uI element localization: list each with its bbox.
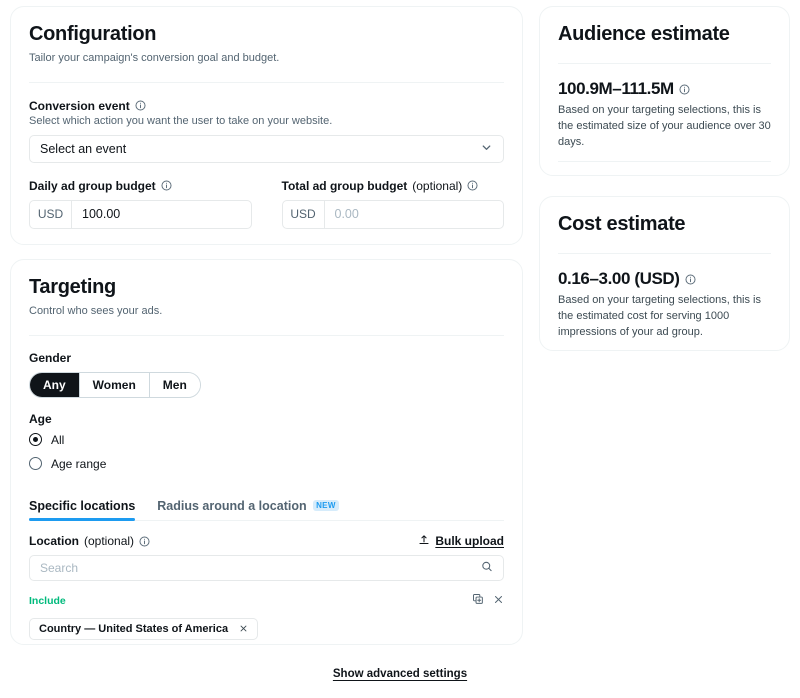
gender-option-women[interactable]: Women [80, 373, 150, 397]
cost-estimate-divider [558, 253, 771, 254]
gender-option-any[interactable]: Any [30, 373, 80, 397]
search-icon [481, 560, 493, 575]
tab-specific-locations[interactable]: Specific locations [29, 499, 135, 520]
daily-budget-field: Daily ad group budget USD 100.00 [29, 179, 252, 229]
location-label: Location (optional) [29, 534, 150, 548]
audience-estimate-value-row: 100.9M–111.5M [558, 79, 771, 99]
total-budget-input-group[interactable]: USD 0.00 [282, 200, 505, 229]
location-optional-text: (optional) [84, 534, 134, 548]
close-icon[interactable] [493, 592, 504, 610]
targeting-subtitle: Control who sees your ads. [29, 304, 504, 319]
gender-label: Gender [29, 351, 504, 365]
cost-estimate-value: 0.16–3.00 (USD) [558, 269, 680, 289]
total-budget-field: Total ad group budget (optional) USD 0.0… [282, 179, 505, 229]
info-icon[interactable] [679, 84, 690, 95]
age-option-all[interactable]: All [29, 430, 504, 450]
cost-estimate-title: Cost estimate [558, 213, 771, 236]
daily-budget-input-group[interactable]: USD 100.00 [29, 200, 252, 229]
total-budget-optional-text: (optional) [412, 179, 462, 193]
location-chip-label: Country — United States of America [39, 623, 228, 635]
targeting-title: Targeting [29, 276, 504, 299]
cost-estimate-description: Based on your targeting selections, this… [558, 293, 771, 341]
daily-budget-currency: USD [30, 201, 72, 228]
age-option-range[interactable]: Age range [29, 454, 504, 474]
cost-estimate-card: Cost estimate 0.16–3.00 (USD) Based on y… [539, 196, 790, 351]
configuration-title: Configuration [29, 23, 504, 46]
configuration-subtitle: Tailor your campaign's conversion goal a… [29, 51, 504, 66]
location-search-placeholder: Search [40, 561, 78, 575]
total-budget-input[interactable]: 0.00 [325, 201, 504, 228]
configuration-divider [29, 82, 504, 83]
targeting-card: Targeting Control who sees your ads. Gen… [10, 259, 523, 645]
targeting-divider [29, 335, 504, 336]
radio-icon[interactable] [29, 457, 42, 470]
audience-estimate-footer-divider [558, 161, 771, 162]
age-option-range-label: Age range [51, 457, 106, 471]
bulk-upload-button[interactable]: Bulk upload [418, 534, 504, 549]
duplicate-icon[interactable] [472, 592, 484, 610]
info-icon[interactable] [467, 180, 478, 191]
audience-estimate-value: 100.9M–111.5M [558, 79, 674, 99]
location-tabs: Specific locations Radius around a locat… [29, 494, 504, 521]
radio-icon[interactable] [29, 433, 42, 446]
conversion-event-help: Select which action you want the user to… [29, 115, 504, 127]
daily-budget-input[interactable]: 100.00 [72, 201, 251, 228]
age-label: Age [29, 412, 504, 426]
location-label-text: Location [29, 534, 79, 548]
info-icon[interactable] [685, 274, 696, 285]
audience-estimate-title: Audience estimate [558, 23, 771, 46]
conversion-event-label: Conversion event [29, 99, 504, 113]
gender-option-men[interactable]: Men [150, 373, 200, 397]
show-advanced-settings-label: Show advanced settings [333, 668, 467, 680]
include-row: Include [29, 592, 504, 610]
conversion-event-selected-value: Select an event [40, 142, 126, 156]
age-option-all-label: All [51, 433, 64, 447]
conversion-event-select[interactable]: Select an event [29, 135, 504, 163]
total-budget-label: Total ad group budget (optional) [282, 179, 505, 193]
tab-radius-around-location[interactable]: Radius around a location NEW [157, 499, 339, 520]
info-icon[interactable] [135, 100, 146, 111]
cost-estimate-value-row: 0.16–3.00 (USD) [558, 269, 771, 289]
show-advanced-settings-link[interactable]: Show advanced settings [0, 668, 800, 680]
tab-radius-around-location-label: Radius around a location [157, 499, 306, 513]
bulk-upload-label: Bulk upload [435, 534, 504, 548]
gender-segmented-control[interactable]: Any Women Men [29, 372, 201, 398]
conversion-event-label-text: Conversion event [29, 99, 130, 113]
upload-icon [418, 534, 430, 549]
daily-budget-label: Daily ad group budget [29, 179, 252, 193]
location-header-row: Location (optional) Bulk upload [29, 534, 504, 549]
info-icon[interactable] [139, 536, 150, 547]
configuration-card: Configuration Tailor your campaign's con… [10, 6, 523, 245]
location-search-input[interactable]: Search [29, 555, 504, 581]
audience-estimate-description: Based on your targeting selections, this… [558, 103, 771, 151]
total-budget-label-text: Total ad group budget [282, 179, 408, 193]
info-icon[interactable] [161, 180, 172, 191]
include-label: Include [29, 595, 66, 607]
close-icon[interactable] [239, 623, 248, 635]
audience-estimate-divider [558, 63, 771, 64]
include-actions [472, 592, 504, 610]
daily-budget-label-text: Daily ad group budget [29, 179, 156, 193]
chevron-down-icon [480, 141, 493, 157]
audience-estimate-card: Audience estimate 100.9M–111.5M Based on… [539, 6, 790, 176]
new-badge: NEW [313, 500, 340, 511]
ad-group-settings-page: Configuration Tailor your campaign's con… [0, 0, 800, 698]
total-budget-currency: USD [283, 201, 325, 228]
location-chip[interactable]: Country — United States of America [29, 618, 258, 640]
tab-specific-locations-label: Specific locations [29, 499, 135, 513]
